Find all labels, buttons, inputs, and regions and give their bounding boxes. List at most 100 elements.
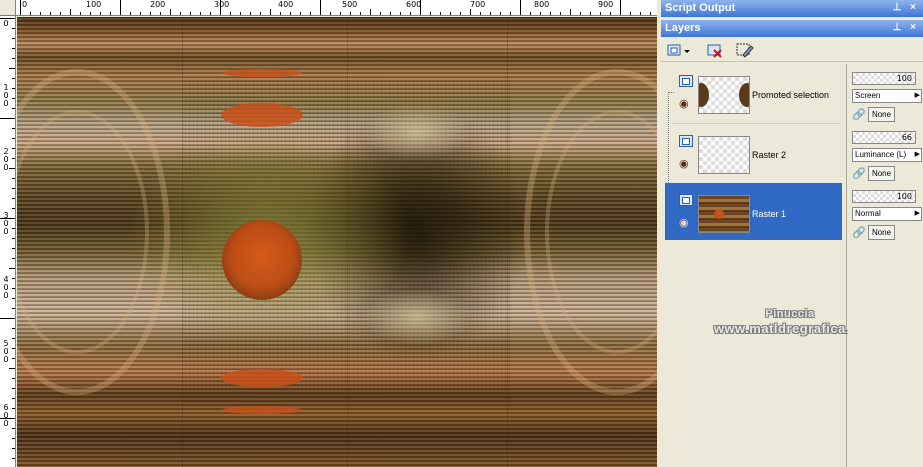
- layer-props-raster-2: 66 Luminance (L) ▶ 🔗 None: [850, 127, 923, 185]
- ruler-tick: [490, 12, 491, 15]
- ruler-label: 200: [3, 147, 9, 172]
- layer-thumbnail: [698, 76, 750, 114]
- ruler-label: 800: [534, 0, 550, 9]
- ruler-tick: [600, 12, 601, 15]
- ruler-tick: [12, 338, 15, 339]
- ruler-tick: [270, 9, 271, 15]
- ruler-tick: [620, 0, 621, 15]
- layer-name: Raster 1: [752, 209, 787, 219]
- link-set-button[interactable]: None: [868, 107, 895, 122]
- blend-mode-select[interactable]: Normal ▶: [852, 207, 922, 221]
- layer-row-raster-2[interactable]: ◉ Raster 2: [665, 124, 842, 181]
- ruler-tick: [550, 12, 551, 15]
- close-icon[interactable]: ×: [907, 2, 919, 14]
- vertical-ruler: 0 100 200 300 400 500 600: [0, 16, 16, 467]
- dropdown-arrow-icon: ▶: [914, 210, 920, 217]
- ruler-tick: [560, 12, 561, 15]
- visibility-eye-icon[interactable]: ◉: [679, 98, 689, 109]
- ruler-tick: [12, 208, 15, 209]
- raster-layer-icon: [679, 75, 693, 87]
- canvas-artwork: [17, 17, 657, 467]
- ruler-label: 900: [598, 0, 614, 9]
- raster-layer-icon: [679, 135, 693, 147]
- ruler-label: 400: [278, 0, 294, 9]
- ruler-tick: [12, 88, 15, 89]
- ruler-tick: [130, 12, 131, 15]
- blend-mode-select[interactable]: Screen ▶: [852, 89, 922, 103]
- visibility-eye-icon[interactable]: ◉: [679, 158, 689, 169]
- ruler-label: 300: [214, 0, 230, 9]
- ruler-tick: [240, 12, 241, 15]
- ruler-tick: [12, 138, 15, 139]
- ruler-tick: [510, 12, 511, 15]
- ruler-tick: [480, 12, 481, 15]
- ruler-tick: [12, 428, 15, 429]
- ruler-tick: [12, 128, 15, 129]
- ruler-tick: [460, 12, 461, 15]
- layer-row-promoted-selection[interactable]: ◉ Promoted selection: [665, 64, 842, 121]
- layer-properties-column: 100 Screen ▶ 🔗 None 66 Luminance (L) ▶ 🔗 N…: [848, 64, 923, 467]
- ruler-label: 700: [470, 0, 486, 9]
- ruler-tick: [250, 12, 251, 15]
- script-output-titlebar[interactable]: Script Output ⊥ ×: [661, 0, 923, 17]
- opacity-slider[interactable]: 100: [852, 72, 916, 85]
- dropdown-arrow-icon: ▶: [914, 92, 920, 99]
- edit-selection-icon[interactable]: [735, 41, 755, 59]
- layer-list: ◉ Promoted selection ◉ Raster 2 ◉ Raster…: [665, 64, 866, 467]
- ruler-tick: [12, 108, 15, 109]
- link-set-button[interactable]: None: [868, 166, 895, 181]
- delete-layer-icon[interactable]: [705, 41, 725, 59]
- ruler-tick: [20, 0, 21, 15]
- ruler-tick: [190, 12, 191, 15]
- ruler-label: 500: [342, 0, 358, 9]
- ruler-tick: [12, 358, 15, 359]
- ruler-tick: [350, 12, 351, 15]
- pin-icon[interactable]: ⊥: [891, 22, 903, 34]
- link-icon[interactable]: 🔗: [852, 167, 866, 181]
- layer-row-raster-1[interactable]: ◉ Raster 1: [665, 183, 842, 240]
- ruler-tick: [170, 9, 171, 15]
- script-output-title: Script Output: [665, 2, 736, 14]
- ruler-tick: [500, 12, 501, 15]
- canvas-area[interactable]: 0 100 200 300 400 500 600 700 800 900 0 100 200 300 4…: [0, 0, 657, 467]
- ruler-tick: [360, 12, 361, 15]
- ruler-tick: [12, 458, 15, 459]
- ruler-tick: [610, 12, 611, 15]
- ruler-tick: [12, 148, 15, 149]
- image-canvas[interactable]: [17, 17, 657, 467]
- link-icon[interactable]: 🔗: [852, 108, 866, 122]
- close-icon[interactable]: ×: [907, 22, 919, 34]
- ruler-tick: [0, 318, 15, 319]
- layers-panel: Script Output ⊥ × Layers ⊥ × ◉ Promoted …: [661, 0, 923, 467]
- opacity-slider[interactable]: 66: [852, 131, 916, 144]
- ruler-tick: [150, 12, 151, 15]
- ruler-label: 300: [3, 211, 9, 236]
- pin-icon[interactable]: ⊥: [891, 2, 903, 14]
- ruler-tick: [160, 12, 161, 15]
- blend-mode-select[interactable]: Luminance (L) ▶: [852, 148, 922, 162]
- ruler-tick: [320, 0, 321, 15]
- visibility-eye-icon[interactable]: ◉: [679, 217, 689, 228]
- link-icon[interactable]: 🔗: [852, 226, 866, 240]
- ruler-tick: [100, 12, 101, 15]
- ruler-tick: [12, 408, 15, 409]
- ruler-label: 600: [3, 403, 9, 428]
- ruler-tick: [12, 158, 15, 159]
- ruler-tick: [330, 12, 331, 15]
- ruler-tick: [12, 328, 15, 329]
- ruler-tick: [300, 12, 301, 15]
- horizontal-ruler: 0 100 200 300 400 500 600 700 800 900: [16, 0, 657, 16]
- new-layer-icon[interactable]: [665, 41, 691, 59]
- layers-title: Layers: [665, 22, 701, 34]
- opacity-slider[interactable]: 100: [852, 190, 916, 203]
- ruler-tick: [80, 12, 81, 15]
- ruler-tick: [340, 12, 341, 15]
- link-set-label: None: [871, 228, 892, 237]
- layers-titlebar[interactable]: Layers ⊥ ×: [661, 20, 923, 37]
- layer-name: Raster 2: [752, 150, 787, 160]
- blend-mode-value: Luminance (L): [855, 150, 907, 159]
- ruler-tick: [370, 9, 371, 15]
- layer-thumbnail: [698, 136, 750, 174]
- link-set-button[interactable]: None: [868, 225, 895, 240]
- ruler-tick: [520, 0, 521, 15]
